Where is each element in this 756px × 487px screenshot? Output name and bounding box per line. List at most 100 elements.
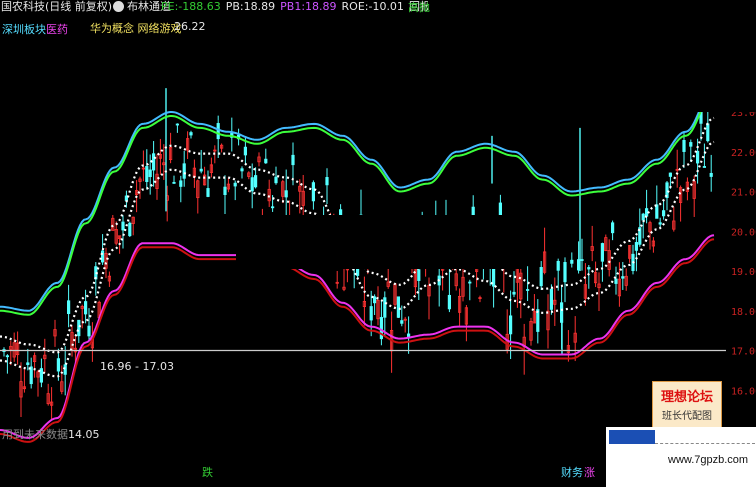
metric-3: ROE:-10.01 [341, 0, 404, 13]
mid-price-label: 16.96 - 17.03 [100, 360, 174, 373]
candle-body [172, 181, 176, 184]
candle-body [250, 177, 254, 192]
candle-body [145, 166, 149, 182]
candle-body [26, 362, 30, 365]
y-tick-label: 18.00 [731, 307, 756, 318]
high-price-label: 26.22 [174, 20, 206, 33]
candle-body [580, 259, 584, 261]
candle-body [611, 222, 615, 234]
candle-body [655, 204, 659, 219]
candle-body [689, 142, 693, 147]
candle-body [621, 276, 625, 279]
eye-icon[interactable] [113, 1, 124, 12]
future-data-note: 用到未来数据 [2, 428, 68, 441]
fall-marker: 跌 [202, 466, 213, 479]
candle-body [148, 169, 152, 178]
candle-body [63, 364, 67, 375]
candle-body [243, 146, 247, 156]
overlay-mask-top [428, 0, 756, 112]
candle-body [702, 166, 707, 168]
industry-tag[interactable]: 医药 [46, 23, 68, 36]
candle-body [223, 186, 227, 195]
site-logo [609, 430, 655, 444]
candle-body [325, 177, 329, 186]
y-tick-label: 17.00 [731, 347, 756, 358]
candle-body [270, 206, 275, 209]
candle-body [508, 315, 513, 335]
candle-body [512, 291, 516, 295]
sell-tag: 高抛 [408, 1, 430, 14]
candle-body [274, 176, 278, 184]
candle-body [614, 278, 618, 284]
candle-body [128, 222, 132, 237]
candle-body [87, 325, 91, 337]
candle-body [206, 188, 210, 197]
candle-body [233, 182, 237, 187]
candle-body [570, 259, 574, 264]
candle-body [549, 288, 554, 310]
overlay-mask-middle [236, 215, 522, 269]
candle-body [400, 320, 404, 324]
candle-body [179, 180, 183, 187]
candle-body [84, 301, 88, 315]
candle-body [101, 250, 105, 263]
candle-body [600, 243, 605, 262]
y-tick-label: 19.00 [731, 267, 756, 278]
candle-body [417, 269, 421, 281]
candle-body [709, 172, 713, 177]
low-price-label: 14.05 [68, 428, 100, 441]
finance-marker: 财务 [561, 466, 583, 479]
header-bar: 国农科技(日线 前复权) 布林通道 PE:-188.63 PB:18.89 PB1:… [0, 0, 474, 14]
y-tick-label: 16.00 [731, 386, 756, 397]
candle-body [468, 281, 472, 284]
rise-marker: 涨 [584, 466, 595, 479]
candle-body [383, 297, 387, 318]
candle-body [369, 306, 373, 321]
candle-body [406, 333, 411, 337]
candle-body [264, 158, 268, 164]
candle-body [284, 190, 288, 198]
candle-body [662, 210, 666, 217]
candle-body [587, 267, 591, 270]
metric-2: PB1:18.89 [280, 0, 337, 13]
candle-body [67, 300, 71, 315]
candle-body [216, 123, 220, 140]
candle-body [199, 168, 203, 172]
candle-body [634, 242, 639, 251]
candle-body [447, 294, 452, 310]
candle-body [175, 123, 179, 126]
candle-body [641, 213, 645, 221]
candle-body [189, 132, 193, 136]
upper-band-outer [0, 87, 715, 312]
banner-strip [655, 431, 755, 444]
candle-body [182, 163, 186, 179]
metric-0: PE:-188.63 [161, 0, 221, 13]
candle-body [253, 175, 258, 188]
candle-body [151, 153, 156, 171]
candle-body [5, 355, 9, 358]
forum-watermark: 理想论坛 班长代配图 [652, 381, 722, 429]
watermark-url[interactable]: www.7gpzb.com [668, 454, 748, 466]
stock-title: 国农科技(日线 前复权) [1, 0, 113, 13]
y-tick-label: 22.00 [731, 148, 756, 159]
candle-body [539, 267, 543, 287]
y-tick-label: 21.00 [731, 188, 756, 199]
upper-band-line [0, 91, 715, 316]
candle-body [121, 221, 125, 231]
price-axis: 23.0022.0021.0020.0019.0018.0017.0016.00… [0, 108, 756, 437]
candle-body [668, 172, 673, 177]
candle-body [682, 139, 686, 152]
watermark-subtitle: 班长代配图 [662, 411, 712, 422]
metric-1: PB:18.89 [225, 0, 276, 13]
board-tag[interactable]: 深圳板块 [2, 23, 46, 36]
candle-body [372, 296, 377, 304]
concept-tags[interactable]: 华为概念 网络游戏 [90, 22, 182, 35]
y-tick-label: 20.00 [731, 227, 756, 238]
candle-body [696, 150, 700, 164]
candle-body [39, 368, 44, 383]
candle-body [563, 262, 567, 283]
chart-stage: 23.0022.0021.0020.0019.0018.0017.0016.00… [0, 0, 756, 487]
candle-body [291, 154, 295, 166]
watermark-title: 理想论坛 [660, 390, 713, 405]
candle-body [526, 289, 530, 291]
